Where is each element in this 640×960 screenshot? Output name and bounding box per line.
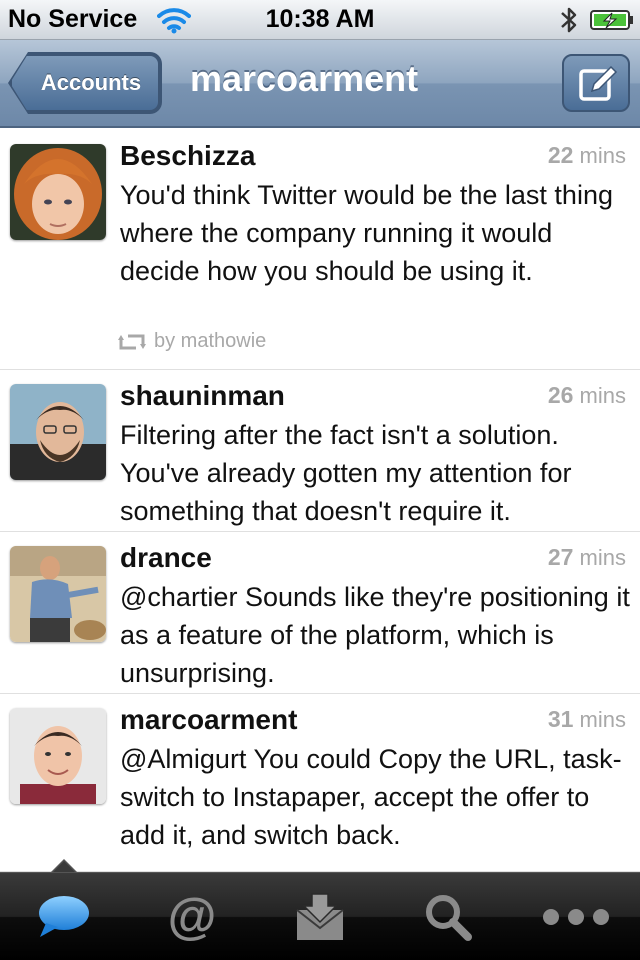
tab-mentions[interactable]: @ bbox=[128, 873, 256, 960]
tab-search[interactable] bbox=[384, 873, 512, 960]
tweet-timestamp: 26 mins bbox=[547, 382, 626, 408]
tweet-text: You'd think Twitter would be the last th… bbox=[120, 180, 613, 286]
tweet-username[interactable]: Beschizza bbox=[120, 140, 255, 172]
tab-timeline[interactable] bbox=[0, 873, 128, 960]
messages-icon bbox=[296, 893, 344, 940]
search-icon bbox=[426, 895, 472, 941]
accounts-back-button[interactable]: Accounts bbox=[10, 54, 160, 112]
more-icon bbox=[543, 909, 609, 925]
page-title: marcoarment bbox=[190, 58, 419, 99]
retweet-icon bbox=[118, 334, 146, 349]
compose-icon bbox=[579, 65, 618, 101]
compose-button[interactable] bbox=[562, 54, 630, 112]
tweet-text: Filtering after the fact isn't a solutio… bbox=[120, 420, 572, 526]
avatar-beschizza-image bbox=[10, 144, 106, 240]
status-time: 10:38 AM bbox=[265, 5, 375, 33]
tab-more[interactable] bbox=[512, 873, 640, 960]
avatar[interactable] bbox=[10, 144, 106, 240]
tab-messages[interactable] bbox=[256, 873, 384, 960]
avatar-drance-image bbox=[10, 546, 106, 642]
tweet-list[interactable]: Beschizza 22 mins You'd think Twitter wo… bbox=[0, 130, 640, 872]
tweet-username[interactable]: drance bbox=[120, 542, 212, 574]
tweet-row[interactable]: Beschizza 22 mins You'd think Twitter wo… bbox=[0, 130, 640, 370]
battery-charging-icon bbox=[590, 10, 633, 30]
tweet-text: @chartier Sounds like they're positionin… bbox=[120, 582, 630, 688]
avatar[interactable] bbox=[10, 384, 106, 480]
timeline-icon bbox=[39, 896, 89, 937]
bluetooth-icon bbox=[561, 7, 577, 33]
status-bar: No Service 10:38 AM bbox=[0, 0, 640, 40]
retweet-by-label: by mathowie bbox=[154, 330, 267, 352]
avatar[interactable] bbox=[10, 708, 106, 804]
svg-text:@: @ bbox=[168, 891, 217, 943]
tweet-timestamp: 31 mins bbox=[547, 706, 626, 732]
tweet-timestamp: 22 mins bbox=[547, 142, 626, 168]
avatar-shauninman-image bbox=[10, 384, 106, 480]
navigation-bar: Accounts marcoarment bbox=[0, 40, 640, 128]
tweet-text: @Almigurt You could Copy the URL, task-s… bbox=[120, 744, 622, 850]
tweet-row[interactable]: drance 27 mins @chartier Sounds like the… bbox=[0, 532, 640, 694]
tweet-username[interactable]: shauninman bbox=[120, 380, 285, 412]
tweet-username[interactable]: marcoarment bbox=[120, 704, 297, 736]
tweet-row[interactable]: shauninman 26 mins Filtering after the f… bbox=[0, 370, 640, 532]
tweet-row[interactable]: marcoarment 31 mins @Almigurt You could … bbox=[0, 694, 640, 872]
tab-bar: @ bbox=[0, 872, 640, 960]
avatar[interactable] bbox=[10, 546, 106, 642]
retweet-attribution: by mathowie bbox=[118, 330, 266, 353]
tweet-timestamp: 27 mins bbox=[547, 544, 626, 570]
avatar-marcoarment-image bbox=[10, 708, 106, 804]
mentions-icon: @ bbox=[168, 891, 217, 943]
